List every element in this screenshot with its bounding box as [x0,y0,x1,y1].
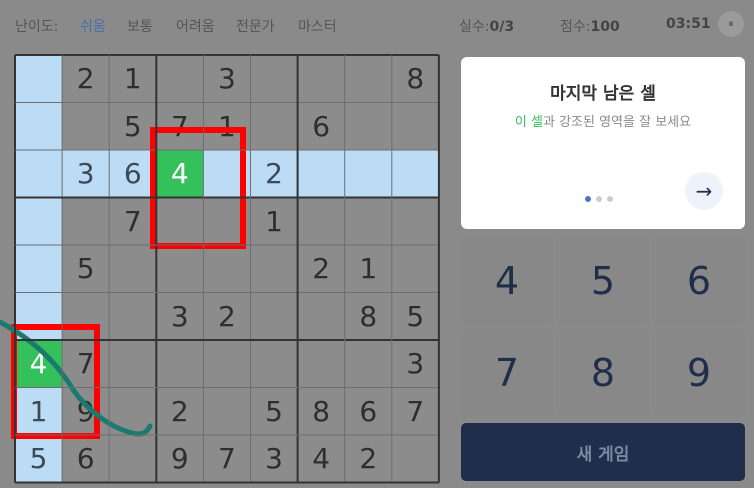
mistakes-counter: 실수:0/3 [459,16,514,36]
difficulty-expert[interactable]: 전문가 [236,16,275,36]
difficulty-master[interactable]: 마스터 [298,16,337,36]
hint-card: 마지막 남은 셀 이 셀과 강조된 영역을 잘 보세요 → [461,57,745,229]
arrow-right-icon[interactable]: → [685,172,723,210]
numpad-key-4[interactable]: 4 [461,237,553,325]
hint-subtitle-rest: 과 강조된 영역을 잘 보세요 [542,115,692,130]
score-counter: 점수:100 [560,16,620,36]
pause-icon[interactable]: ⏸ [718,11,744,37]
numpad-key-9[interactable]: 9 [653,329,745,417]
mistakes-label: 실수: [459,19,490,35]
hint-pagination [585,187,618,206]
new-game-button[interactable]: 새 게임 [461,423,745,481]
hint-subtitle: 이 셀과 강조된 영역을 잘 보세요 [461,111,745,130]
numpad-key-5[interactable]: 5 [557,237,649,325]
mistakes-value: 0/3 [489,19,515,35]
score-label: 점수: [560,19,591,35]
hint-subtitle-highlight: 이 셀 [514,115,543,130]
numpad-key-7[interactable]: 7 [461,329,553,417]
numpad-key-8[interactable]: 8 [557,329,649,417]
hint-page-dot[interactable] [596,196,602,202]
numpad-key-6[interactable]: 6 [653,237,745,325]
hint-title: 마지막 남은 셀 [550,84,656,104]
hint-page-dot[interactable] [607,196,613,202]
hint-page-dot[interactable] [585,196,591,202]
sudoku-board [14,54,440,484]
score-value: 100 [590,19,620,35]
timer: 03:51 [666,16,711,32]
